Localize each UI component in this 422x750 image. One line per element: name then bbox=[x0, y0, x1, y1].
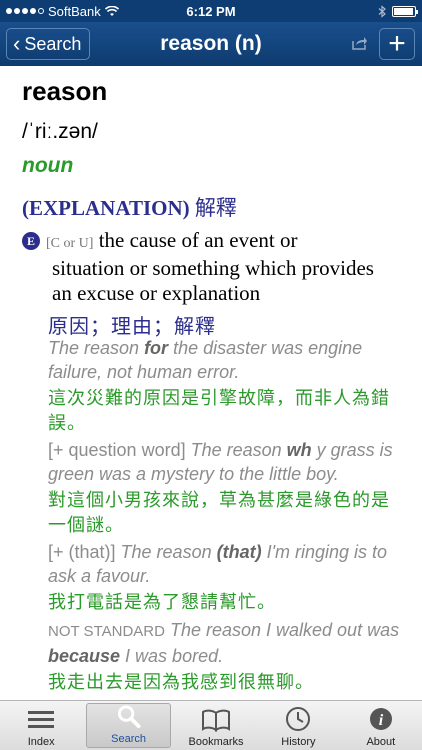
status-bar: SoftBank 6:12 PM bbox=[0, 0, 422, 22]
battery-level bbox=[394, 7, 413, 15]
tab-history[interactable]: History bbox=[257, 701, 339, 750]
pronunciation: /ˈriː.zən/ bbox=[22, 120, 98, 143]
definition-line-3: an excuse or explanation bbox=[52, 281, 261, 305]
example-4: NOT STANDARD The reason I walked out was… bbox=[48, 618, 400, 695]
usage-label: NOT STANDARD bbox=[48, 623, 165, 640]
tab-bar: Index Search Bookmarks History i About bbox=[0, 700, 422, 750]
carrier-name: SoftBank bbox=[48, 3, 101, 19]
entry-content: reason /ˈriː.zən/ noun (EXPLANATION) 解釋 … bbox=[0, 66, 422, 700]
tab-bookmarks[interactable]: Bookmarks bbox=[175, 701, 257, 750]
tab-label: History bbox=[281, 736, 316, 748]
book-icon bbox=[202, 709, 231, 732]
list-icon bbox=[28, 711, 55, 728]
definition-line-1: the cause of an event or bbox=[98, 228, 298, 252]
tab-label: Search bbox=[111, 733, 147, 745]
example-keyword: for bbox=[144, 338, 169, 358]
example-chinese: 對這個小男孩來說，草為甚麼是綠色的是一個謎。 bbox=[48, 490, 390, 535]
example-chinese: 我走出去是因為我感到很無聊。 bbox=[48, 672, 314, 692]
part-of-speech: noun bbox=[22, 154, 74, 177]
signal-icon bbox=[6, 8, 44, 14]
sense-heading-chinese: 解釋 bbox=[194, 196, 237, 220]
level-badge: E bbox=[22, 232, 40, 250]
status-right bbox=[378, 4, 418, 18]
battery-icon bbox=[392, 5, 418, 17]
example-text: I was bored. bbox=[120, 646, 224, 666]
example-2: [+ question word] The reason wh y grass … bbox=[48, 438, 400, 538]
tab-label: About bbox=[366, 736, 396, 748]
example-english: [+ (that)] The reason (that) I'm ringing… bbox=[48, 540, 400, 588]
headword: reason bbox=[22, 76, 108, 106]
example-english: NOT STANDARD The reason I walked out was… bbox=[48, 618, 400, 668]
navigation-bar: ‹ Search reason (n) + bbox=[0, 22, 422, 66]
definition-chinese: 原因；理由；解釋 bbox=[48, 316, 216, 338]
example-keyword: (that) bbox=[216, 542, 262, 562]
add-bookmark-button[interactable]: + bbox=[379, 28, 415, 60]
example-keyword: because bbox=[48, 646, 121, 666]
share-icon[interactable] bbox=[352, 36, 368, 50]
magnifier-icon bbox=[117, 705, 141, 729]
tab-label: Bookmarks bbox=[188, 736, 244, 748]
info-icon: i bbox=[369, 708, 392, 730]
example-text: The reason bbox=[48, 338, 145, 358]
example-english: The reason for the disaster was engine f… bbox=[48, 336, 400, 384]
example-chinese: 我打電話是為了懇請幫忙。 bbox=[48, 592, 276, 612]
tab-label: Index bbox=[27, 736, 55, 748]
bluetooth-icon bbox=[378, 4, 386, 18]
grammar-code: [C or U] bbox=[46, 236, 94, 251]
tab-about[interactable]: i About bbox=[340, 701, 422, 750]
grammar-label: [+ question word] bbox=[48, 440, 186, 460]
clock-icon bbox=[286, 707, 311, 731]
example-3: [+ (that)] The reason (that) I'm ringing… bbox=[48, 540, 400, 615]
example-text: The reason bbox=[185, 440, 287, 460]
svg-text:i: i bbox=[379, 712, 384, 729]
example-1: The reason for the disaster was engine f… bbox=[48, 336, 400, 436]
example-text: The reason I walked out was bbox=[164, 620, 400, 640]
example-chinese: 這次災難的原因是引擎故障，而非人為錯誤。 bbox=[48, 388, 390, 433]
example-english: [+ question word] The reason wh y grass … bbox=[48, 438, 400, 486]
definition: E [C or U] the cause of an event or situa… bbox=[22, 228, 402, 339]
tab-search[interactable]: Search bbox=[86, 703, 171, 748]
definition-line-2: situation or something which provides bbox=[52, 256, 374, 280]
example-keyword: wh bbox=[286, 440, 312, 460]
grammar-label: [+ (that)] bbox=[48, 542, 116, 562]
carrier-group: SoftBank bbox=[6, 4, 119, 19]
wifi-icon bbox=[104, 5, 119, 16]
tab-index[interactable]: Index bbox=[0, 701, 82, 750]
sense-heading-english: (EXPLANATION) bbox=[22, 196, 190, 220]
sense-heading: (EXPLANATION) 解釋 bbox=[22, 192, 237, 222]
example-text: The reason bbox=[115, 542, 217, 562]
